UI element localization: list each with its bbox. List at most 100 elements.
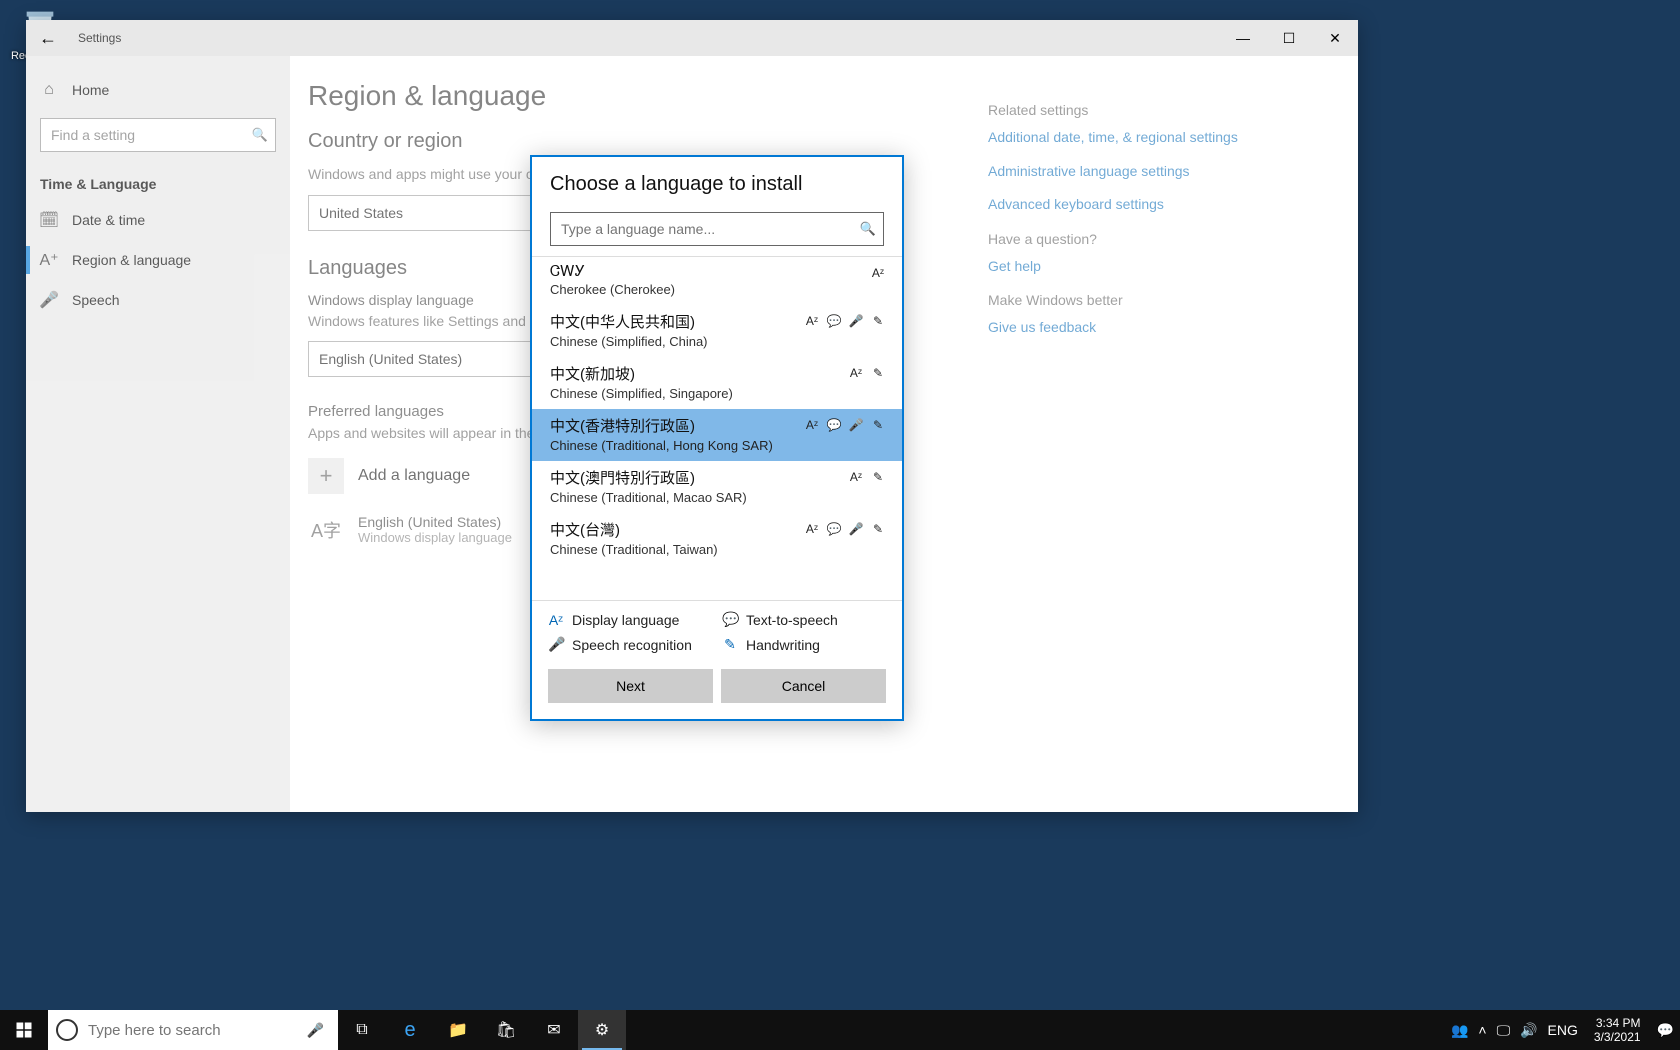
language-feature-icons: Aᶻ ✎ — [848, 469, 886, 485]
link-admin-language[interactable]: Administrative language settings — [988, 162, 1248, 182]
action-center-icon[interactable]: 💬 — [1657, 1022, 1674, 1039]
sidebar-datetime-label: Date & time — [72, 212, 145, 228]
windows-icon — [15, 1021, 33, 1039]
legend-speech: Speech recognition — [572, 637, 692, 653]
sidebar-item-region[interactable]: A⁺ Region & language — [26, 240, 290, 280]
display-language-icon: Aᶻ — [548, 612, 564, 628]
speech-icon: 🎤 — [848, 417, 864, 433]
language-native-name: 中文(新加坡) — [550, 363, 884, 384]
tray-monitor-icon[interactable]: 🖵 — [1497, 1022, 1511, 1039]
settings-window: ← Settings ― ☐ ✕ ⌂ Home 🔍 Time & Languag… — [26, 20, 1358, 812]
language-native-name: 中文(澳門特別行政區) — [550, 467, 884, 488]
link-additional-settings[interactable]: Additional date, time, & regional settin… — [988, 128, 1248, 148]
cortana-icon — [56, 1019, 78, 1041]
language-option[interactable]: 中文(台灣)Chinese (Traditional, Taiwan)Aᶻ💬🎤✎ — [532, 513, 902, 565]
language-feature-icons: Aᶻ — [870, 265, 886, 281]
tts-icon: 💬 — [722, 611, 738, 628]
hand-icon: ✎ — [870, 469, 886, 485]
taskbar-edge[interactable]: e — [386, 1010, 434, 1050]
language-glyph-icon: A字 — [308, 512, 344, 548]
display-icon: Aᶻ — [848, 469, 864, 485]
tray-language[interactable]: ENG — [1548, 1022, 1578, 1038]
tts-icon: 💬 — [826, 521, 842, 537]
display-icon: Aᶻ — [804, 313, 820, 329]
country-heading: Country or region — [308, 130, 908, 153]
sidebar-region-label: Region & language — [72, 252, 191, 268]
minimize-button[interactable]: ― — [1220, 20, 1266, 56]
home-icon: ⌂ — [40, 81, 58, 99]
taskbar-settings[interactable]: ⚙ — [578, 1010, 626, 1050]
clock-time: 3:34 PM — [1594, 1016, 1641, 1030]
language-native-name: ᏣᎳᎩ — [550, 263, 884, 280]
tts-icon: 💬 — [826, 417, 842, 433]
language-english-name: Chinese (Simplified, China) — [550, 334, 884, 349]
sidebar-speech-label: Speech — [72, 292, 119, 308]
back-button[interactable]: ← — [26, 20, 70, 56]
task-view-button[interactable]: ⧉ — [338, 1010, 386, 1050]
mic-icon[interactable]: 🎤 — [301, 1022, 330, 1039]
taskbar-store[interactable]: 🛍 — [482, 1010, 530, 1050]
taskbar: 🎤 ⧉ e 📁 🛍 ✉ ⚙ 👥 ˄ 🖵 🔊 ENG 3:34 PM 3/3/20… — [0, 1010, 1680, 1050]
language-english-name: Chinese (Traditional, Hong Kong SAR) — [550, 438, 884, 453]
settings-search[interactable]: 🔍 — [40, 118, 276, 152]
display-icon: Aᶻ — [870, 265, 886, 281]
next-button[interactable]: Next — [548, 669, 713, 703]
language-option[interactable]: 中文(香港特別行政區)Chinese (Traditional, Hong Ko… — [532, 409, 902, 461]
add-language-label: Add a language — [358, 467, 470, 485]
taskbar-mail[interactable]: ✉ — [530, 1010, 578, 1050]
handwriting-icon: ✎ — [722, 636, 738, 653]
folder-icon: 📁 — [448, 1020, 468, 1040]
sidebar-item-speech[interactable]: 🎤 Speech — [26, 280, 290, 320]
legend-display: Display language — [572, 612, 679, 628]
language-feature-icons: Aᶻ✎ — [848, 365, 886, 381]
sidebar-item-datetime[interactable]: 🗓 Date & time — [26, 200, 290, 240]
installed-language-name: English (United States) — [358, 514, 512, 530]
installed-language-sub: Windows display language — [358, 530, 512, 545]
home-nav[interactable]: ⌂ Home — [26, 70, 290, 110]
taskbar-search-input[interactable] — [78, 1022, 301, 1039]
page-title: Region & language — [308, 80, 908, 112]
task-view-icon: ⧉ — [356, 1021, 367, 1039]
dialog-title: Choose a language to install — [532, 157, 902, 206]
display-icon: Aᶻ — [804, 521, 820, 537]
start-button[interactable] — [0, 1010, 48, 1050]
clock-date: 3/3/2021 — [1594, 1030, 1641, 1044]
cancel-button[interactable]: Cancel — [721, 669, 886, 703]
people-icon[interactable]: 👥 — [1451, 1022, 1468, 1039]
taskbar-search[interactable]: 🎤 — [48, 1010, 338, 1050]
speech-recognition-icon: 🎤 — [548, 636, 564, 653]
home-label: Home — [72, 82, 109, 98]
sidebar-group-label: Time & Language — [26, 166, 290, 200]
language-feature-icons: Aᶻ💬🎤✎ — [804, 521, 886, 537]
dialog-search[interactable]: 🔍 — [550, 212, 884, 246]
dialog-search-input[interactable] — [551, 221, 853, 237]
language-english-name: Chinese (Traditional, Taiwan) — [550, 542, 884, 557]
close-button[interactable]: ✕ — [1312, 20, 1358, 56]
region-icon: A⁺ — [40, 251, 58, 269]
link-get-help[interactable]: Get help — [988, 257, 1248, 277]
taskbar-explorer[interactable]: 📁 — [434, 1010, 482, 1050]
legend-hand: Handwriting — [746, 637, 820, 653]
display-language-value: English (United States) — [319, 351, 462, 367]
maximize-button[interactable]: ☐ — [1266, 20, 1312, 56]
language-feature-icons: Aᶻ💬🎤✎ — [804, 417, 886, 433]
language-list[interactable]: ᏣᎳᎩCherokee (Cherokee)Aᶻ中文(中华人民共和国)Chine… — [532, 256, 902, 600]
mail-icon: ✉ — [547, 1020, 560, 1040]
clock[interactable]: 3:34 PM 3/3/2021 — [1588, 1016, 1647, 1045]
link-feedback[interactable]: Give us feedback — [988, 318, 1248, 338]
question-heading: Have a question? — [988, 231, 1248, 247]
hand-icon: ✎ — [870, 521, 886, 537]
language-option[interactable]: 中文(澳門特別行政區)Chinese (Traditional, Macao S… — [532, 461, 902, 513]
volume-icon[interactable]: 🔊 — [1520, 1022, 1537, 1039]
plus-icon: + — [308, 458, 344, 494]
system-tray: 👥 ˄ 🖵 🔊 ENG 3:34 PM 3/3/2021 💬 — [1451, 1010, 1680, 1050]
tray-chevron-icon[interactable]: ˄ — [1478, 1022, 1486, 1038]
link-keyboard-settings[interactable]: Advanced keyboard settings — [988, 195, 1248, 215]
legend-tts: Text-to-speech — [746, 612, 838, 628]
language-option[interactable]: 中文(中华人民共和国)Chinese (Simplified, China)Aᶻ… — [532, 305, 902, 357]
speech-icon: 🎤 — [848, 313, 864, 329]
settings-search-input[interactable] — [41, 127, 245, 143]
display-icon: Aᶻ — [804, 417, 820, 433]
language-option[interactable]: ᏣᎳᎩCherokee (Cherokee)Aᶻ — [532, 257, 902, 305]
language-option[interactable]: 中文(新加坡)Chinese (Simplified, Singapore)Aᶻ… — [532, 357, 902, 409]
